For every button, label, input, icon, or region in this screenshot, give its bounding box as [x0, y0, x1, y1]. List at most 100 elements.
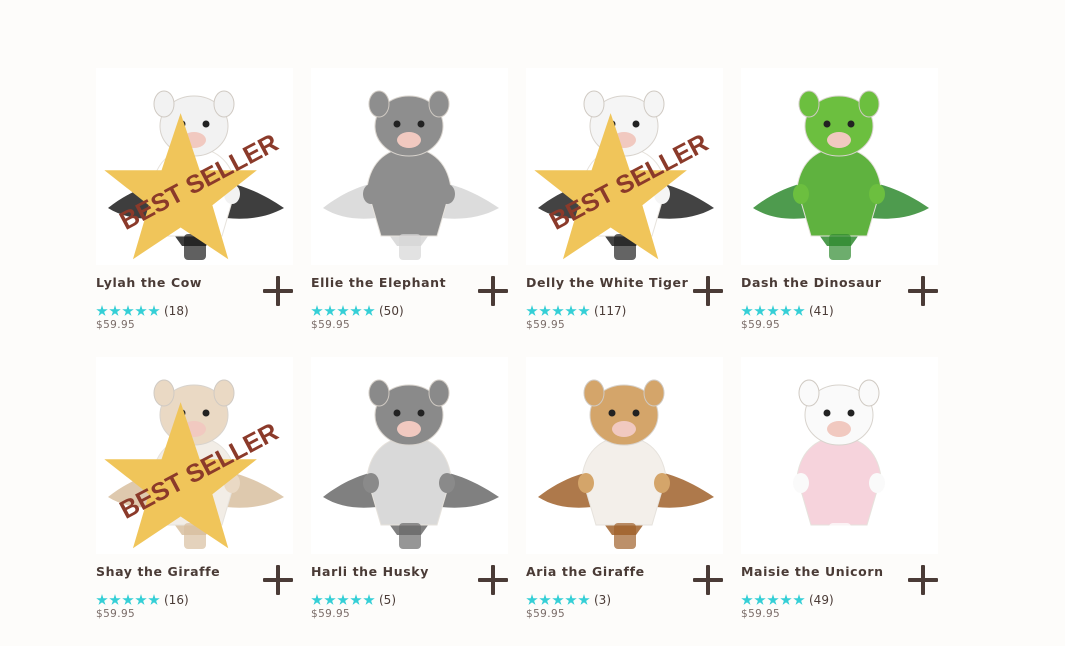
star-icon	[350, 305, 362, 316]
add-to-cart-plus-icon[interactable]	[693, 565, 723, 595]
star-icon	[109, 305, 121, 316]
plush-illustration	[323, 90, 499, 260]
add-to-cart-plus-icon[interactable]	[478, 565, 508, 595]
star-icon	[324, 594, 336, 605]
rating-stars	[311, 305, 375, 317]
star-icon	[311, 305, 323, 316]
product-card[interactable]: BEST SELLER Shay the Giraffe (16) $59.95	[96, 357, 293, 646]
plush-illustration	[753, 90, 929, 260]
star-icon	[96, 305, 108, 316]
review-count: (41)	[809, 304, 834, 318]
product-card[interactable]: Ellie the Elephant (50) $59.95	[311, 68, 508, 357]
product-rating[interactable]: (5)	[311, 593, 396, 607]
product-name[interactable]: Ellie the Elephant	[311, 275, 446, 290]
star-icon	[122, 594, 134, 605]
star-icon	[552, 305, 564, 316]
review-count: (3)	[594, 593, 611, 607]
star-icon	[741, 305, 753, 316]
review-count: (49)	[809, 593, 834, 607]
product-name[interactable]: Aria the Giraffe	[526, 564, 645, 579]
product-name[interactable]: Maisie the Unicorn	[741, 564, 884, 579]
husky-plush-image[interactable]	[311, 357, 508, 554]
star-icon	[363, 594, 375, 605]
star-icon	[578, 305, 590, 316]
star-icon	[526, 594, 538, 605]
product-grid: BEST SELLER Lylah the Cow (18) $59.95 El…	[96, 68, 938, 646]
product-price: $59.95	[526, 319, 566, 331]
giraffe-plush-image[interactable]	[526, 357, 723, 554]
add-to-cart-plus-icon[interactable]	[908, 565, 938, 595]
product-name[interactable]: Harli the Husky	[311, 564, 429, 579]
best-seller-badge: BEST SELLER	[104, 402, 283, 549]
add-to-cart-plus-icon[interactable]	[478, 276, 508, 306]
product-card[interactable]: Dash the Dinosaur (41) $59.95	[741, 68, 938, 357]
star-icon	[565, 594, 577, 605]
product-rating[interactable]: (50)	[311, 304, 404, 318]
product-card[interactable]: BEST SELLER Lylah the Cow (18) $59.95	[96, 68, 293, 357]
review-count: (117)	[594, 304, 627, 318]
star-icon	[780, 594, 792, 605]
product-rating[interactable]: (16)	[96, 593, 189, 607]
white-tiger-plush-image[interactable]: BEST SELLER	[526, 68, 723, 265]
dinosaur-plush-image[interactable]	[741, 68, 938, 265]
product-card[interactable]: Maisie the Unicorn (49) $59.95	[741, 357, 938, 646]
product-rating[interactable]: (117)	[526, 304, 626, 318]
plush-illustration	[753, 379, 929, 549]
product-price: $59.95	[311, 319, 351, 331]
plush-illustration	[538, 379, 714, 549]
star-icon	[337, 594, 349, 605]
star-icon	[363, 305, 375, 316]
cow-plush-image[interactable]: BEST SELLER	[96, 68, 293, 265]
product-price: $59.95	[311, 608, 351, 620]
rating-stars	[96, 305, 160, 317]
product-price: $59.95	[741, 319, 781, 331]
product-rating[interactable]: (3)	[526, 593, 611, 607]
star-icon	[793, 594, 805, 605]
rating-stars	[741, 305, 805, 317]
product-card[interactable]: Aria the Giraffe (3) $59.95	[526, 357, 723, 646]
best-seller-badge: BEST SELLER	[534, 113, 713, 260]
star-icon	[552, 594, 564, 605]
star-icon	[96, 594, 108, 605]
star-icon	[780, 305, 792, 316]
rating-stars	[741, 594, 805, 606]
product-price: $59.95	[526, 608, 566, 620]
star-icon	[148, 594, 160, 605]
star-icon	[337, 305, 349, 316]
elephant-plush-image[interactable]	[311, 68, 508, 265]
product-name[interactable]: Dash the Dinosaur	[741, 275, 882, 290]
product-name[interactable]: Shay the Giraffe	[96, 564, 220, 579]
star-icon	[324, 305, 336, 316]
best-seller-badge: BEST SELLER	[104, 113, 283, 260]
star-icon	[539, 594, 551, 605]
product-price: $59.95	[96, 608, 136, 620]
product-name[interactable]: Delly the White Tiger	[526, 275, 688, 290]
add-to-cart-plus-icon[interactable]	[263, 565, 293, 595]
product-price: $59.95	[741, 608, 781, 620]
product-card[interactable]: Harli the Husky (5) $59.95	[311, 357, 508, 646]
star-icon	[350, 594, 362, 605]
rating-stars	[526, 594, 590, 606]
add-to-cart-plus-icon[interactable]	[908, 276, 938, 306]
giraffe-plush-image[interactable]: BEST SELLER	[96, 357, 293, 554]
product-rating[interactable]: (49)	[741, 593, 834, 607]
product-name[interactable]: Lylah the Cow	[96, 275, 202, 290]
product-price: $59.95	[96, 319, 136, 331]
unicorn-plush-image[interactable]	[741, 357, 938, 554]
add-to-cart-plus-icon[interactable]	[693, 276, 723, 306]
product-rating[interactable]: (41)	[741, 304, 834, 318]
star-icon	[741, 594, 753, 605]
star-icon	[754, 594, 766, 605]
rating-stars	[526, 305, 590, 317]
add-to-cart-plus-icon[interactable]	[263, 276, 293, 306]
product-rating[interactable]: (18)	[96, 304, 189, 318]
plush-illustration	[323, 379, 499, 549]
star-icon	[578, 594, 590, 605]
star-icon	[754, 305, 766, 316]
review-count: (50)	[379, 304, 404, 318]
review-count: (16)	[164, 593, 189, 607]
star-icon	[135, 594, 147, 605]
rating-stars	[96, 594, 160, 606]
product-card[interactable]: BEST SELLER Delly the White Tiger (117) …	[526, 68, 723, 357]
review-count: (18)	[164, 304, 189, 318]
